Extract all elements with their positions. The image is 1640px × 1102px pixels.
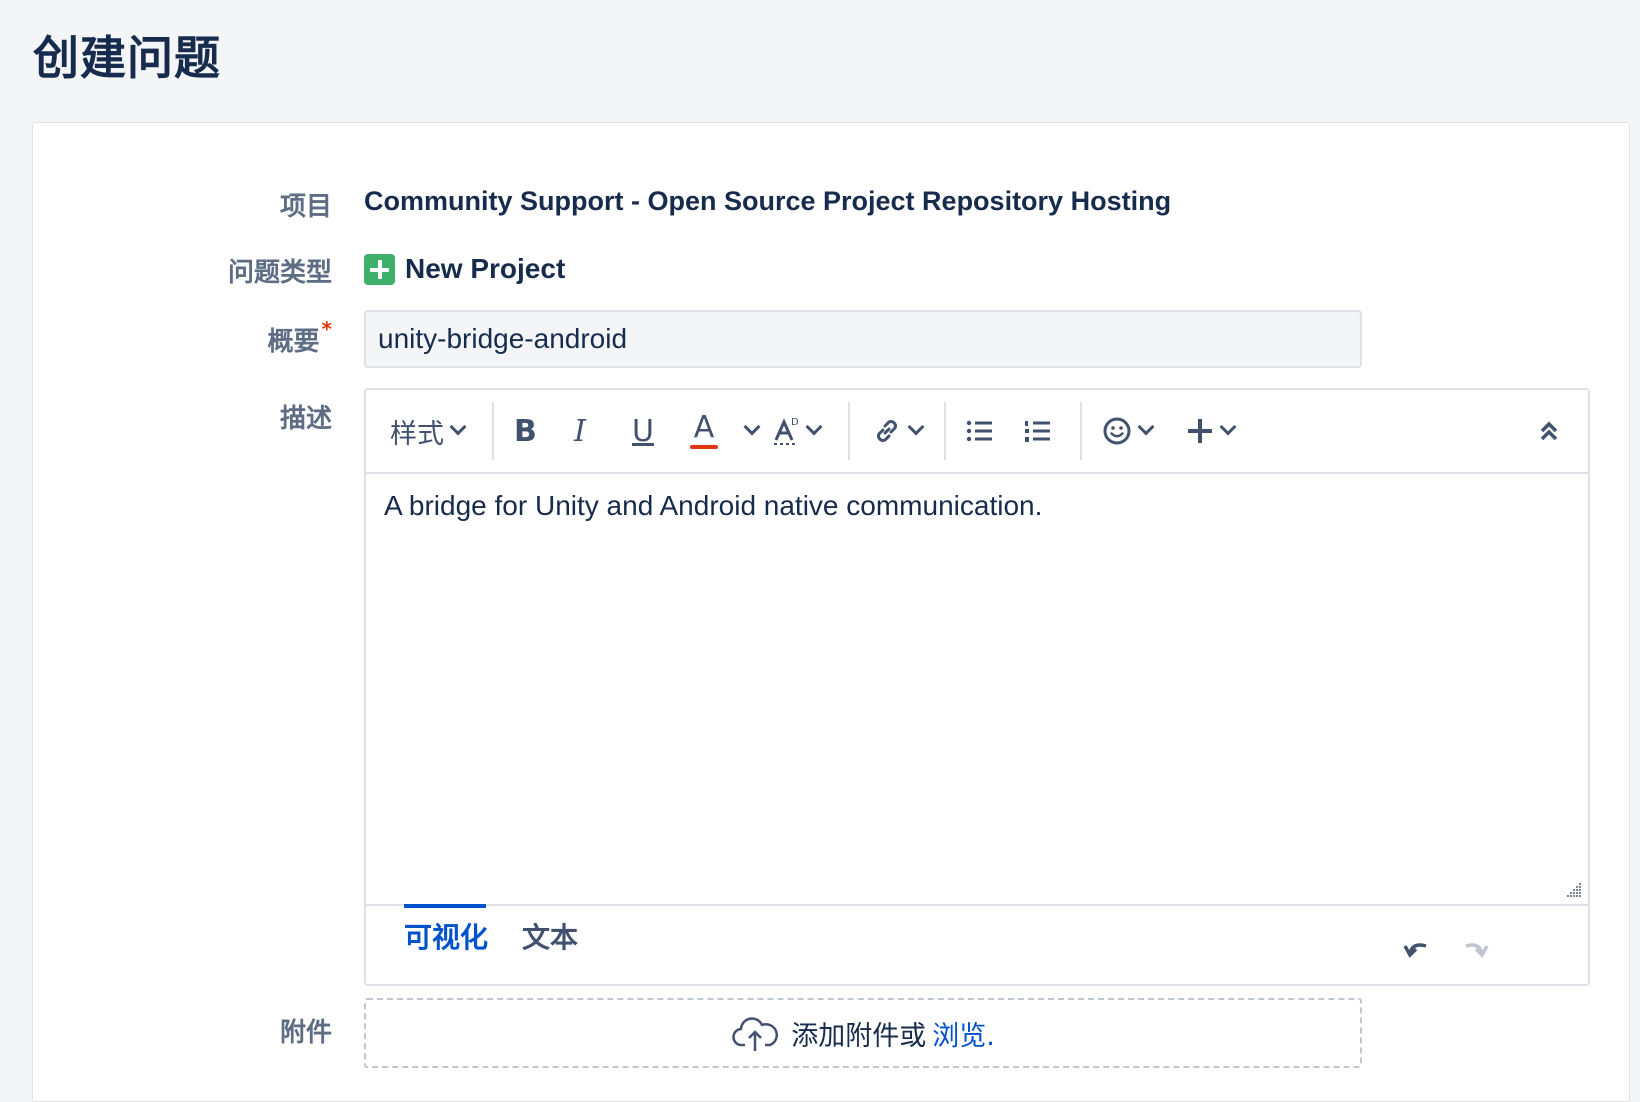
- tab-text[interactable]: 文本: [522, 916, 578, 956]
- undo-icon: [1403, 943, 1427, 958]
- svg-text:D: D: [791, 417, 799, 428]
- bullet-list-button[interactable]: [966, 390, 994, 472]
- insert-more-button[interactable]: [1186, 390, 1237, 472]
- chevron-down-icon: [449, 418, 467, 436]
- numbered-list-button[interactable]: [1024, 390, 1052, 472]
- emoji-icon: [1103, 417, 1131, 445]
- summary-label-text: 概要: [267, 327, 320, 357]
- link-icon: [877, 420, 897, 442]
- underline-button[interactable]: U: [632, 390, 654, 472]
- issue-type-label: 问题类型: [227, 258, 332, 288]
- underline-icon: U: [632, 413, 654, 449]
- chevron-double-up-icon: [1540, 421, 1558, 441]
- bold-button[interactable]: B: [514, 390, 537, 472]
- chevron-down-icon: [805, 418, 823, 436]
- style-dropdown-label: 样式: [390, 418, 444, 450]
- issue-type-value: New Project: [405, 253, 566, 284]
- description-label: 描述: [279, 404, 332, 434]
- text-color-button[interactable]: A: [690, 390, 718, 472]
- editor-toolbar: 样式 B I U A D: [366, 390, 1588, 474]
- browse-link[interactable]: 浏览.: [932, 1014, 995, 1053]
- page-title: 创建问题: [33, 31, 221, 85]
- italic-button[interactable]: I: [574, 390, 586, 472]
- summary-input[interactable]: [364, 310, 1362, 368]
- text-color-dropdown[interactable]: [738, 390, 761, 472]
- summary-label: 概要 *: [132, 317, 332, 358]
- toolbar-divider: [944, 402, 946, 460]
- link-button[interactable]: [872, 390, 925, 472]
- plus-icon: [1188, 419, 1212, 443]
- project-value: Community Support - Open Source Project …: [364, 186, 1172, 216]
- emoji-button[interactable]: [1102, 390, 1155, 472]
- required-asterisk: *: [321, 317, 332, 341]
- collapse-toolbar-button[interactable]: [1538, 390, 1560, 472]
- italic-icon: I: [574, 413, 586, 449]
- tab-visual[interactable]: 可视化: [404, 916, 488, 956]
- attachment-text: 添加附件或: [791, 1020, 927, 1052]
- resize-handle-icon[interactable]: [1564, 880, 1582, 898]
- description-editor: 样式 B I U A D A bridge for Unity and Andr…: [364, 388, 1590, 986]
- editor-mode-tabs: 可视化 文本: [366, 904, 1588, 984]
- clear-formatting-button[interactable]: D: [772, 390, 823, 472]
- style-dropdown[interactable]: 样式: [390, 390, 467, 472]
- redo-button[interactable]: [1460, 934, 1490, 962]
- attachment-dropzone[interactable]: 添加附件或 浏览.: [364, 998, 1362, 1068]
- toolbar-divider: [492, 402, 494, 460]
- text-color-underline: [690, 445, 718, 449]
- toolbar-divider: [1080, 402, 1082, 460]
- active-tab-indicator: [404, 904, 486, 908]
- text-color-icon: A: [693, 410, 715, 445]
- bullet-list-icon: [966, 420, 992, 442]
- chevron-down-icon: [743, 418, 761, 436]
- chevron-down-icon: [1219, 418, 1237, 436]
- issue-type-selector[interactable]: New Project: [364, 253, 565, 285]
- undo-button[interactable]: [1402, 934, 1432, 962]
- toolbar-divider: [848, 402, 850, 460]
- attachment-label: 附件: [279, 1018, 332, 1048]
- clear-formatting-icon: D: [774, 417, 799, 445]
- chevron-down-icon: [1137, 418, 1155, 436]
- bold-icon: B: [514, 413, 537, 449]
- project-label: 项目: [279, 192, 332, 222]
- cloud-upload-icon: [732, 1017, 779, 1051]
- redo-icon: [1465, 943, 1489, 958]
- numbered-list-icon: [1025, 421, 1050, 442]
- plus-square-icon: [364, 253, 395, 285]
- chevron-down-icon: [907, 418, 925, 436]
- description-content[interactable]: A bridge for Unity and Android native co…: [384, 490, 1570, 522]
